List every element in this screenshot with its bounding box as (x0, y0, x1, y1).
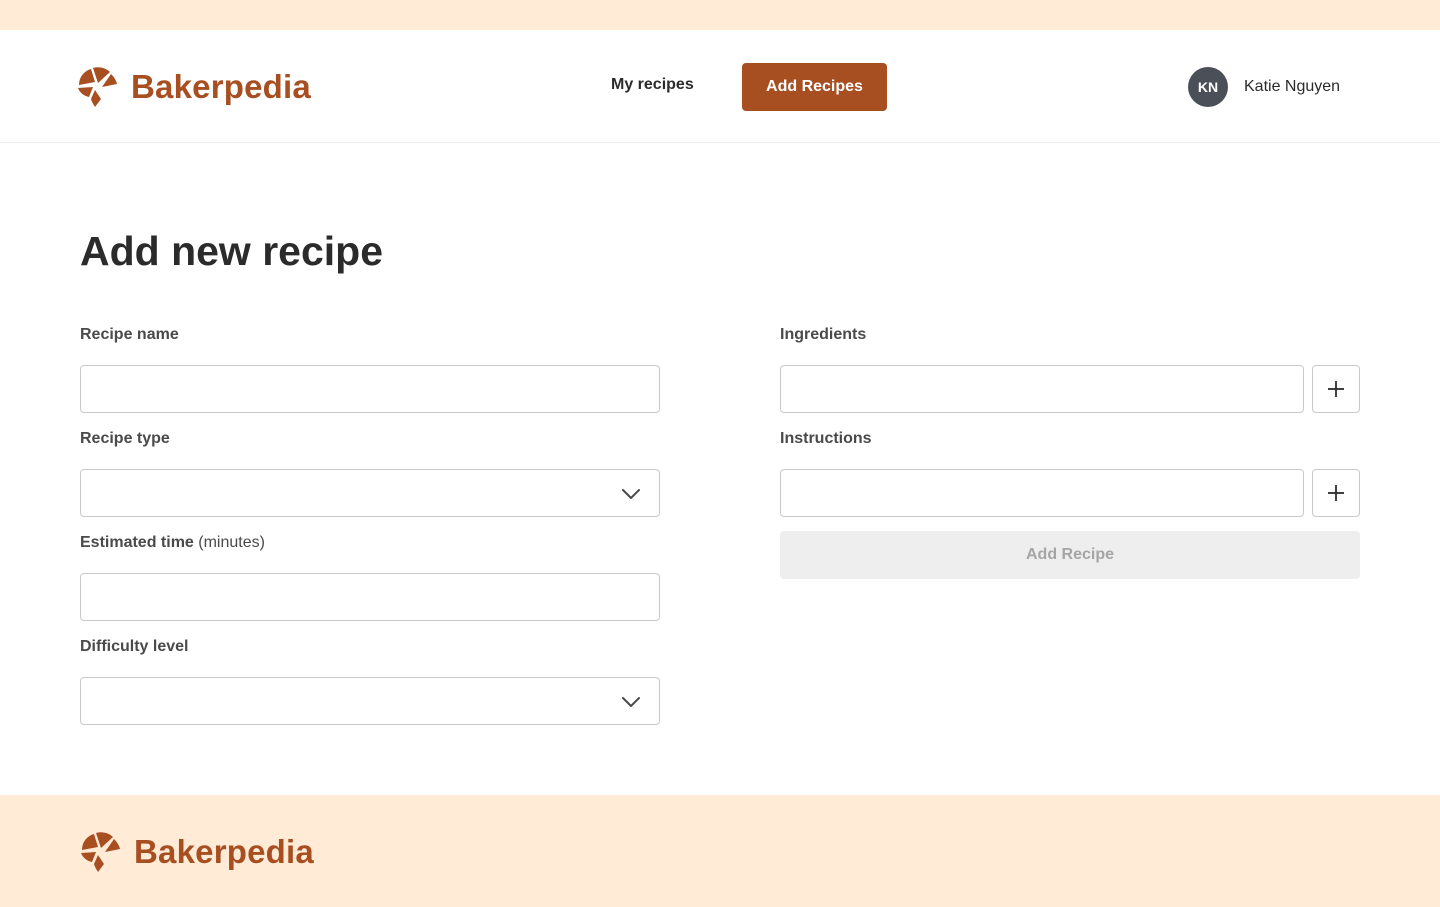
user-name: Katie Nguyen (1244, 78, 1341, 95)
croissant-icon (81, 832, 120, 872)
add-recipe-submit-button[interactable]: Add Recipe (780, 531, 1360, 579)
plus-icon (1328, 485, 1344, 501)
estimated-time-label-text: Estimated time (80, 534, 194, 551)
page-title: Add new recipe (80, 228, 384, 274)
ingredients-label: Ingredients (780, 326, 867, 343)
ingredients-field: Ingredients (780, 325, 1360, 413)
top-banner-strip (0, 0, 1440, 30)
site-footer: Bakerpedia (0, 795, 1440, 907)
avatar: KN (1188, 67, 1228, 107)
user-menu[interactable]: KN Katie Nguyen (1188, 67, 1340, 107)
brand-name: Bakerpedia (131, 68, 311, 105)
difficulty-label: Difficulty level (80, 638, 189, 655)
recipe-name-field: Recipe name (80, 325, 660, 413)
instructions-label: Instructions (780, 430, 872, 447)
footer-brand-logo[interactable]: Bakerpedia (78, 830, 314, 874)
instructions-input[interactable] (780, 469, 1304, 517)
add-ingredient-button[interactable] (1312, 365, 1360, 413)
recipe-type-select[interactable] (80, 469, 660, 517)
estimated-time-label: Estimated time (minutes) (80, 533, 660, 553)
ingredients-input[interactable] (780, 365, 1304, 413)
add-instruction-button[interactable] (1312, 469, 1360, 517)
recipe-name-label: Recipe name (80, 326, 179, 343)
estimated-time-field: Estimated time (minutes) (80, 533, 660, 621)
recipe-type-label: Recipe type (80, 430, 170, 447)
footer-brand-name: Bakerpedia (134, 833, 314, 870)
recipe-type-field: Recipe type (80, 429, 660, 517)
estimated-time-input[interactable] (80, 573, 660, 621)
recipe-name-input[interactable] (80, 365, 660, 413)
chevron-down-icon (622, 697, 640, 707)
difficulty-field: Difficulty level (80, 637, 660, 725)
croissant-icon (78, 67, 117, 107)
brand-logo-link[interactable]: Bakerpedia (75, 65, 311, 109)
plus-icon (1328, 381, 1344, 397)
nav-add-recipes-button[interactable]: Add Recipes (742, 63, 887, 111)
site-header: Bakerpedia My recipes Add Recipes KN Kat… (0, 30, 1440, 143)
instructions-field: Instructions (780, 429, 1360, 517)
chevron-down-icon (622, 489, 640, 499)
difficulty-select[interactable] (80, 677, 660, 725)
nav-my-recipes[interactable]: My recipes (611, 76, 694, 94)
estimated-time-hint: (minutes) (198, 534, 265, 551)
